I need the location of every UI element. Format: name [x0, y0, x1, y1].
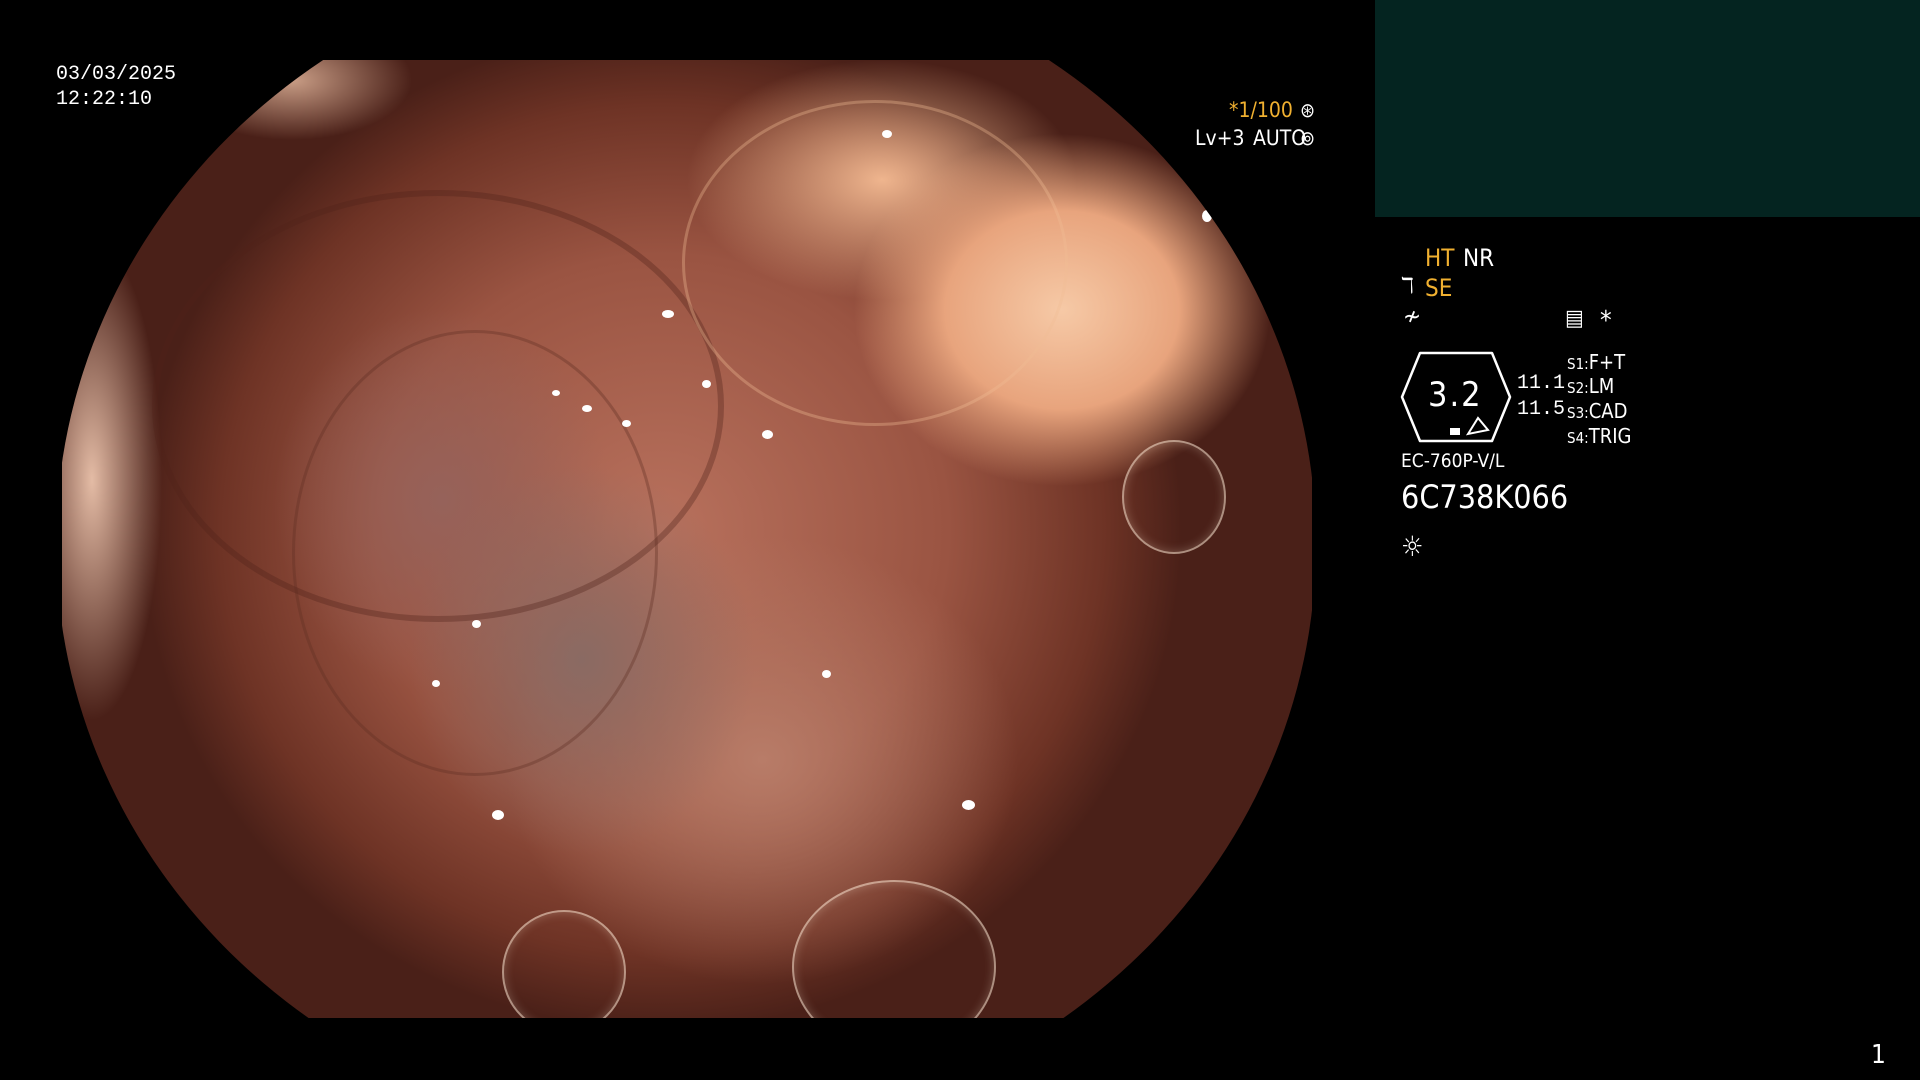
nr-indicator: NR [1463, 244, 1495, 272]
shutter-speed: *1/100 [1229, 98, 1293, 122]
switch-item: S3:CAD [1567, 399, 1627, 423]
specular-highlight [702, 380, 711, 388]
memory-icon: ▤ [1565, 306, 1584, 331]
switch-key: S3: [1567, 404, 1589, 422]
specular-highlight [882, 130, 892, 138]
time-label: 12:22:10 [56, 88, 153, 111]
scope-model: EC-760P-V/L [1401, 450, 1505, 472]
switch-value: F+T [1588, 350, 1626, 374]
switch-key: S1: [1567, 355, 1589, 373]
specular-highlight [662, 310, 674, 318]
specular-highlight [492, 810, 504, 820]
ht-indicator: HT [1425, 244, 1455, 272]
specular-highlight [1172, 140, 1186, 150]
scope-serial: 6C738K066 [1401, 478, 1569, 516]
settings-circle-icon: ⊚ [1300, 126, 1316, 150]
level-label: Lv+3 [1195, 126, 1245, 150]
switch-value: TRIG [1588, 424, 1632, 448]
switch-item: S1:F+T [1567, 350, 1625, 374]
iris-mode: AUTO [1253, 126, 1307, 150]
tool-icon: ℸ [1401, 274, 1414, 299]
value-2: 11.5 [1517, 398, 1566, 421]
switch-key: S4: [1567, 429, 1589, 447]
switch-item: S4:TRIG [1567, 424, 1631, 448]
asterisk-indicator: * [1600, 306, 1612, 336]
light-icon: ☼ [1401, 530, 1424, 563]
switch-item: S2:LM [1567, 374, 1614, 398]
specular-highlight [822, 670, 831, 678]
specular-highlight [582, 405, 592, 412]
date-label: 03/03/2025 [56, 63, 177, 86]
specular-highlight [472, 620, 481, 628]
zoom-value: 3.2 [1428, 375, 1483, 415]
se-indicator: SE [1425, 274, 1453, 302]
specular-highlight [552, 390, 560, 396]
specular-highlight [1202, 210, 1212, 222]
aperture-icon: ⊛ [1300, 98, 1316, 122]
switch-value: CAD [1588, 399, 1628, 423]
specular-highlight [962, 800, 975, 810]
freeze-icon: ≁ [1403, 302, 1422, 330]
specular-highlight [622, 420, 631, 427]
specular-highlight [762, 430, 773, 439]
value-1: 11.1 [1517, 372, 1566, 395]
switch-key: S2: [1567, 379, 1589, 397]
thumbnail-panel [1375, 0, 1920, 217]
mucosal-fold [292, 330, 658, 776]
endoscope-view [62, 60, 1312, 1018]
specular-highlight [432, 680, 440, 687]
page-number: 1 [1871, 1040, 1886, 1070]
bubble [1122, 440, 1226, 554]
mucosal-fold [682, 100, 1068, 426]
switch-value: LM [1588, 374, 1615, 398]
